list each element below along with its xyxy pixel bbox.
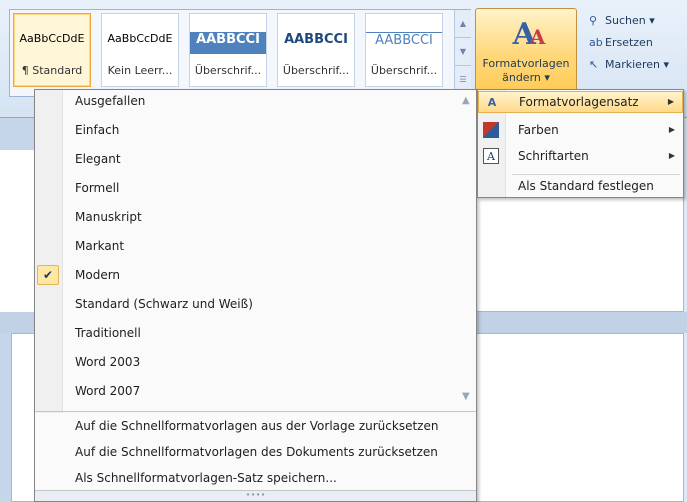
fonts-icon: A (483, 148, 499, 164)
submenu-item-style-set[interactable]: A Formatvorlagensatz ▶ (478, 91, 683, 113)
reset-to-template-quick-styles[interactable]: Auf die Schnellformatvorlagen aus der Vo… (35, 415, 476, 437)
style-name: Überschrif... (370, 64, 438, 77)
reset-to-document-quick-styles[interactable]: Auf die Schnellformatvorlagen des Dokume… (35, 441, 476, 463)
change-styles-icon: AA (512, 17, 546, 52)
style-sample: AaBbCcDdE (19, 32, 85, 45)
style-name: ¶ Standard (21, 64, 83, 77)
menu-item-modern[interactable]: ✔ Modern (35, 264, 459, 286)
select-button[interactable]: ↖ Markieren ▾ (589, 54, 687, 76)
document-page (0, 150, 35, 312)
style-set-icon: A (487, 96, 497, 109)
checkmark-icon: ✔ (37, 265, 59, 285)
style-tile-heading-3[interactable]: AABBCCI Überschrif... (365, 13, 443, 87)
style-name: Kein Leerr... (107, 64, 173, 77)
style-sample: AABBCCI (284, 32, 348, 47)
editing-group: ⚲ Suchen ▾ ab Ersetzen ↖ Markieren ▾ (589, 10, 687, 76)
submenu-arrow-icon: ▶ (668, 125, 675, 134)
quick-styles-gallery: AaBbCcDdE ¶ Standard AaBbCcDdE Kein Leer… (9, 9, 471, 97)
style-name: Überschrif... (282, 64, 350, 77)
style-sample: AABBCCI (366, 32, 442, 54)
gallery-up-icon[interactable]: ▲ (455, 10, 471, 38)
change-styles-label: Formatvorlagen ändern ▾ (482, 57, 570, 84)
submenu-item-set-as-default[interactable]: Als Standard festlegen (478, 175, 683, 197)
menu-separator (35, 411, 476, 412)
colors-icon (483, 122, 499, 138)
binoculars-icon: ⚲ (589, 14, 598, 27)
style-tile-standard[interactable]: AaBbCcDdE ¶ Standard (13, 13, 91, 87)
menu-item-einfach[interactable]: Einfach (35, 119, 459, 141)
style-tile-heading-1[interactable]: AABBCCI Überschrif... (189, 13, 267, 87)
style-name: Überschrif... (194, 64, 262, 77)
menu-item-traditionell[interactable]: Traditionell (35, 322, 459, 344)
menu-item-standard-schwarz-weiss[interactable]: Standard (Schwarz und Weiß) (35, 293, 459, 315)
menu-item-manuskript[interactable]: Manuskript (35, 206, 459, 228)
submenu-arrow-icon: ▶ (667, 97, 674, 106)
change-styles-submenu: A Formatvorlagensatz ▶ Farben ▶ A Schrif… (477, 89, 684, 198)
menu-item-ausgefallen[interactable]: Ausgefallen (35, 90, 459, 112)
submenu-item-fonts[interactable]: A Schriftarten ▶ (478, 145, 683, 167)
style-set-menu: Ausgefallen Einfach Elegant Formell Manu… (34, 89, 477, 502)
style-tile-no-spacing[interactable]: AaBbCcDdE Kein Leerr... (101, 13, 179, 87)
menu-item-word-2003[interactable]: Word 2003 (35, 351, 459, 373)
gallery-scrollbar[interactable]: ▲ ▼ ☰ (454, 10, 471, 96)
replace-icon: ab (589, 36, 603, 49)
menu-scrollbar[interactable]: ▲ ▼ (459, 90, 476, 410)
menu-item-word-2007[interactable]: Word 2007 (35, 380, 459, 402)
menu-item-elegant[interactable]: Elegant (35, 148, 459, 170)
menu-resize-grip[interactable]: ∙∙∙∙ (35, 490, 476, 501)
replace-button[interactable]: ab Ersetzen (589, 32, 687, 54)
style-sample: AABBCCI (190, 32, 266, 54)
style-sample: AaBbCcDdE (107, 32, 173, 45)
select-cursor-icon: ↖ (589, 58, 599, 71)
menu-item-formell[interactable]: Formell (35, 177, 459, 199)
gallery-down-icon[interactable]: ▼ (455, 38, 471, 66)
style-tile-heading-2[interactable]: AABBCCI Überschrif... (277, 13, 355, 87)
scroll-up-icon[interactable]: ▲ (462, 95, 470, 106)
document-page (476, 195, 684, 312)
menu-item-markant[interactable]: Markant (35, 235, 459, 257)
save-quick-style-set[interactable]: Als Schnellformatvorlagen-Satz speichern… (35, 467, 476, 489)
submenu-item-colors[interactable]: Farben ▶ (478, 119, 683, 141)
submenu-arrow-icon: ▶ (668, 151, 675, 160)
scroll-down-icon[interactable]: ▼ (462, 391, 470, 402)
find-button[interactable]: ⚲ Suchen ▾ (589, 10, 687, 32)
